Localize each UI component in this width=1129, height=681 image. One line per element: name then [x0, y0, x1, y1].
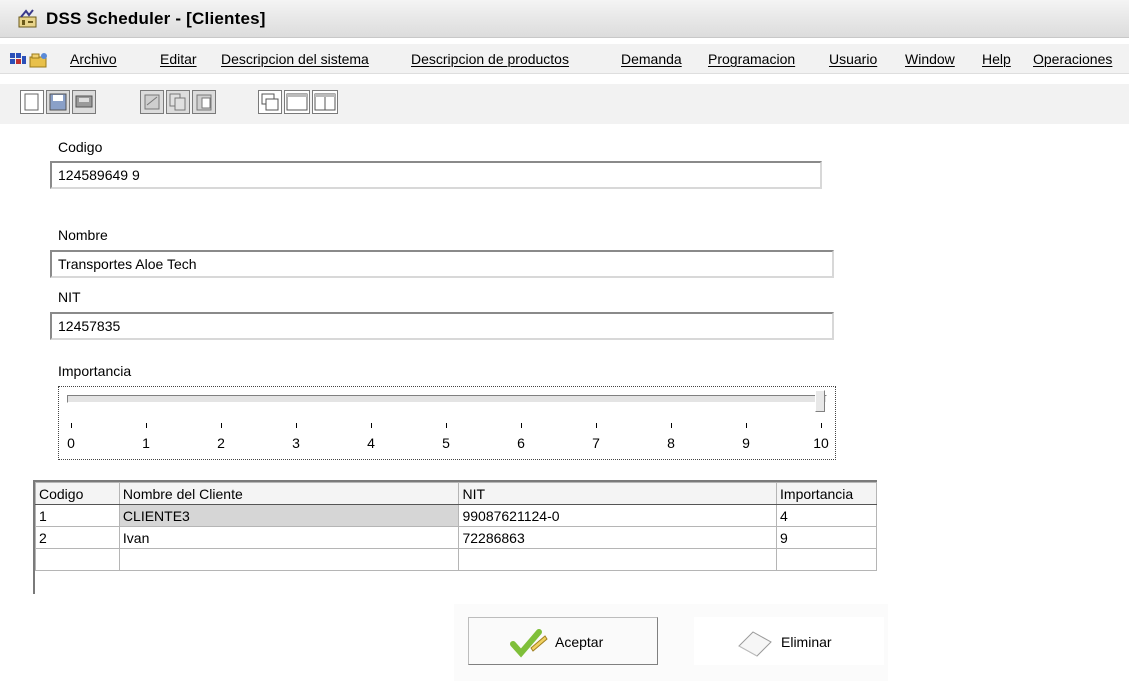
- slider-thumb[interactable]: [815, 390, 825, 412]
- slider-tick-label: 2: [217, 435, 225, 451]
- table-cell[interactable]: [35, 548, 120, 571]
- slider-tick: [671, 423, 672, 428]
- eraser-icon: [735, 628, 775, 661]
- table-cell[interactable]: [458, 548, 778, 571]
- scheduler-app-icon[interactable]: [18, 9, 38, 32]
- table-cell[interactable]: 1: [35, 504, 120, 527]
- slider-tick: [221, 423, 222, 428]
- nombre-label: Nombre: [58, 227, 108, 243]
- slider-tick-label: 8: [667, 435, 675, 451]
- slider-tick-label: 7: [592, 435, 600, 451]
- disk-icon[interactable]: [72, 90, 96, 114]
- menu-window[interactable]: Window: [905, 51, 955, 67]
- slider-tick: [296, 423, 297, 428]
- eliminar-button[interactable]: Eliminar: [694, 617, 884, 665]
- table-cell[interactable]: 72286863: [458, 526, 778, 549]
- slider-tick-label: 5: [442, 435, 450, 451]
- menu-usuario[interactable]: Usuario: [829, 51, 877, 67]
- window-tile-icon[interactable]: [284, 90, 310, 114]
- menu-demanda[interactable]: Demanda: [621, 51, 682, 67]
- table-cell[interactable]: [776, 548, 877, 571]
- table-cell[interactable]: Ivan: [118, 526, 460, 549]
- new-icon[interactable]: [20, 90, 44, 114]
- window-cascade-icon[interactable]: [258, 90, 282, 114]
- codigo-field[interactable]: 124589649 9: [50, 161, 822, 189]
- nombre-field[interactable]: Transportes Aloe Tech: [50, 250, 834, 278]
- column-header-nit[interactable]: NIT: [458, 482, 778, 505]
- slider-tick-label: 3: [292, 435, 300, 451]
- column-header-codigo[interactable]: Codigo: [35, 482, 120, 505]
- importancia-slider[interactable]: 0 1 2 3 4 5 6 7 8 9 10: [58, 386, 836, 460]
- table-header-row: Codigo Nombre del Cliente NIT Importanci…: [35, 482, 877, 505]
- cut-icon[interactable]: [140, 90, 164, 114]
- slider-track[interactable]: [67, 395, 827, 403]
- paste-icon[interactable]: [192, 90, 216, 114]
- column-header-nombre[interactable]: Nombre del Cliente: [118, 482, 460, 505]
- clientes-grid[interactable]: Codigo Nombre del Cliente NIT Importanci…: [33, 480, 877, 594]
- toolbar: [0, 84, 1129, 124]
- menu-bar: Archivo Editar Descripcion del sistema D…: [0, 44, 1129, 74]
- slider-tick-label: 9: [742, 435, 750, 451]
- menu-programacion[interactable]: Programacion: [708, 51, 795, 67]
- slider-tick: [146, 423, 147, 428]
- eliminar-label: Eliminar: [781, 634, 832, 650]
- table-cell[interactable]: [118, 548, 460, 571]
- menu-help[interactable]: Help: [982, 51, 1011, 67]
- table-cell[interactable]: 9: [776, 526, 877, 549]
- clientes-table: Codigo Nombre del Cliente NIT Importanci…: [35, 482, 877, 571]
- nit-label: NIT: [58, 289, 81, 305]
- table-cell[interactable]: 2: [35, 526, 120, 549]
- save-icon[interactable]: [46, 90, 70, 114]
- table-cell[interactable]: 4: [776, 504, 877, 527]
- mdi-window-icon[interactable]: [10, 50, 54, 71]
- slider-tick-label: 0: [67, 435, 75, 451]
- importancia-label: Importancia: [58, 363, 132, 379]
- slider-tick: [446, 423, 447, 428]
- window-split-icon[interactable]: [312, 90, 338, 114]
- title-bar: DSS Scheduler - [Clientes]: [0, 0, 1129, 38]
- slider-tick-label: 6: [517, 435, 525, 451]
- table-row[interactable]: 2 Ivan 72286863 9: [35, 526, 877, 549]
- slider-tick: [746, 423, 747, 428]
- table-row[interactable]: 1 CLIENTE3 99087621124-0 4: [35, 504, 877, 527]
- slider-tick: [71, 423, 72, 428]
- nit-field[interactable]: 12457835: [50, 312, 834, 340]
- table-cell[interactable]: 99087621124-0: [458, 504, 778, 527]
- slider-tick: [521, 423, 522, 428]
- table-row[interactable]: [35, 548, 877, 571]
- copy-icon[interactable]: [166, 90, 190, 114]
- codigo-label: Codigo: [58, 139, 103, 155]
- table-cell[interactable]: CLIENTE3: [118, 504, 460, 527]
- slider-tick-label: 4: [367, 435, 375, 451]
- menu-editar[interactable]: Editar: [160, 51, 197, 67]
- aceptar-label: Aceptar: [555, 634, 604, 650]
- column-header-importancia[interactable]: Importancia: [776, 482, 877, 505]
- menu-descripcion-sistema[interactable]: Descripcion del sistema: [221, 51, 369, 67]
- slider-tick-label: 10: [813, 435, 829, 451]
- slider-tick: [596, 423, 597, 428]
- slider-tick-label: 1: [142, 435, 150, 451]
- slider-tick: [371, 423, 372, 428]
- menu-operaciones[interactable]: Operaciones: [1033, 51, 1112, 67]
- menu-descripcion-productos[interactable]: Descripcion de productos: [411, 51, 569, 67]
- window-title: DSS Scheduler - [Clientes]: [46, 9, 266, 28]
- slider-tick: [821, 423, 822, 428]
- menu-archivo[interactable]: Archivo: [70, 51, 117, 67]
- checkmark-pencil-icon: [509, 628, 549, 661]
- aceptar-button[interactable]: Aceptar: [468, 617, 658, 665]
